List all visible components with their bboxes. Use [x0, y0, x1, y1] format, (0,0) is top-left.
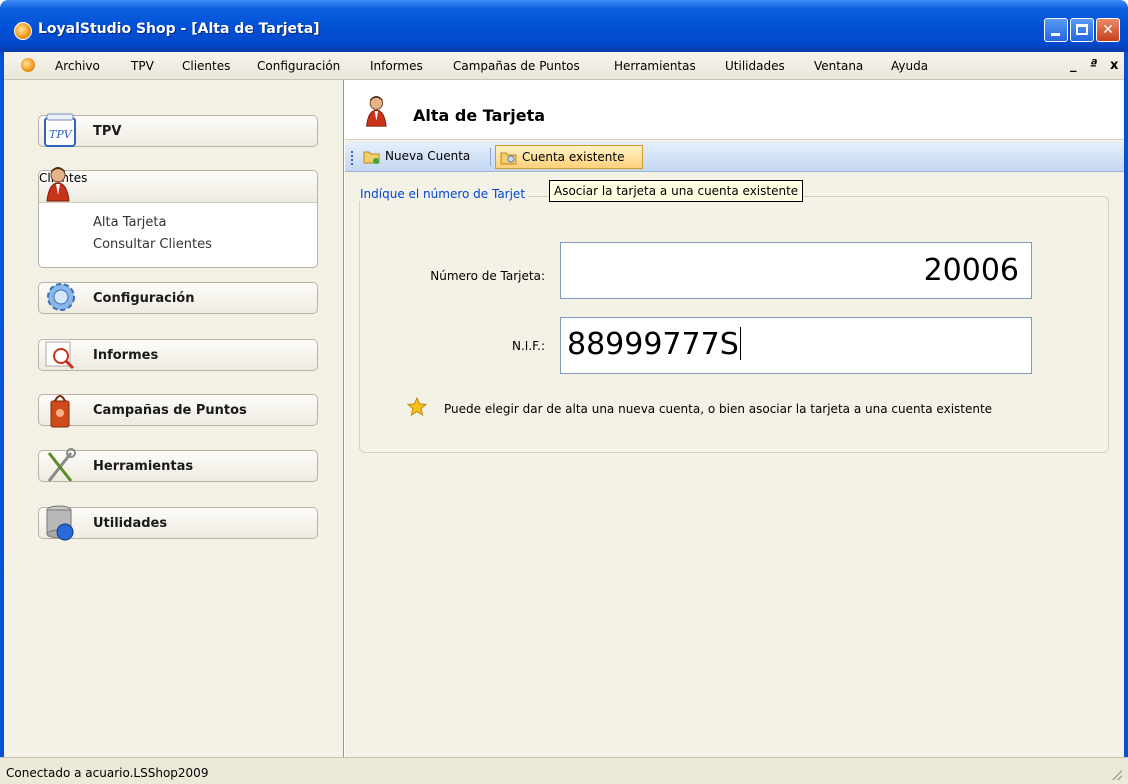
existing-account-button[interactable]: Cuenta existente	[495, 145, 643, 169]
menu-tpv[interactable]: TPV	[131, 59, 154, 73]
title-bar[interactable]: LoyalStudio Shop - [Alta de Tarjeta] ✕	[0, 0, 1128, 52]
sidebar-link-alta-tarjeta[interactable]: Alta Tarjeta	[93, 215, 166, 230]
sidebar-item-clientes[interactable]: Clientes	[39, 167, 317, 203]
menu-archivo[interactable]: Archivo	[55, 59, 100, 73]
page-title: Alta de Tarjeta	[413, 106, 546, 125]
page-header: Alta de Tarjeta	[345, 80, 1124, 140]
text-caret	[739, 327, 741, 360]
nif-field[interactable]: 88999777S	[560, 317, 1032, 374]
menu-utilidades[interactable]: Utilidades	[725, 59, 785, 73]
sidebar-item-configuracion-label: Configuración	[93, 291, 195, 306]
menu-campanas-de-puntos[interactable]: Campañas de Puntos	[453, 59, 580, 73]
tools-icon	[47, 448, 76, 482]
menu-herramientas[interactable]: Herramientas	[614, 59, 696, 73]
shopping-bag-icon	[50, 395, 70, 428]
sidebar-item-utilidades[interactable]: Utilidades	[38, 505, 318, 541]
minimize-icon	[1051, 33, 1060, 36]
sidebar-item-tpv-label: TPV	[93, 124, 122, 139]
new-account-button[interactable]: Nueva Cuenta	[359, 145, 485, 169]
sidebar-group-clientes: Clientes Alta Tarjeta Consultar Clientes	[38, 167, 318, 268]
window-frame-right	[1124, 52, 1128, 784]
close-icon: ✕	[1102, 22, 1114, 38]
sidebar: TPV TPV Clientes Alta Tarjeta Consultar …	[4, 80, 344, 757]
menu-ventana[interactable]: Ventana	[814, 59, 863, 73]
menu-configuracion[interactable]: Configuración	[257, 59, 340, 73]
svg-text:TPV: TPV	[49, 128, 73, 141]
info-message: Puede elegir dar de alta una nueva cuent…	[444, 402, 993, 416]
toolbar: Nueva Cuenta Cuenta existente	[345, 142, 1124, 172]
toolbar-separator	[490, 148, 491, 166]
tooltip: Asociar la tarjeta a una cuenta existent…	[549, 180, 804, 202]
app-logo-icon[interactable]	[14, 22, 32, 40]
card-number-label: Número de Tarjeta:	[430, 269, 545, 283]
magnifier-report-icon	[45, 341, 75, 370]
mdi-child-icon[interactable]	[21, 58, 35, 72]
menu-informes[interactable]: Informes	[370, 59, 423, 73]
card-number-value: 20006	[923, 253, 1019, 288]
sidebar-item-campanas[interactable]: Campañas de Puntos	[38, 394, 318, 428]
sidebar-item-herramientas-label: Herramientas	[93, 459, 194, 474]
sidebar-item-configuracion[interactable]: Configuración	[38, 282, 318, 314]
card-number-field[interactable]: 20006	[560, 242, 1032, 299]
minimize-button[interactable]	[1044, 18, 1068, 42]
mdi-close-button[interactable]: x	[1110, 58, 1118, 73]
sidebar-item-tpv[interactable]: TPV TPV	[38, 113, 318, 147]
toolbar-grip[interactable]	[351, 151, 354, 165]
folder-search-icon	[500, 152, 517, 165]
star-icon	[407, 397, 427, 417]
close-button[interactable]: ✕	[1096, 18, 1120, 42]
sidebar-link-consultar-clientes[interactable]: Consultar Clientes	[93, 237, 212, 252]
new-folder-icon	[363, 151, 380, 164]
mdi-restore-button[interactable]: ª	[1090, 58, 1097, 73]
status-bar: Conectado a acuario.LSShop2009	[0, 757, 1128, 784]
existing-account-label: Cuenta existente	[522, 150, 625, 164]
tpv-icon: TPV	[44, 113, 76, 147]
card-form-legend: Indíque el número de Tarjet	[357, 187, 529, 201]
connection-status: Conectado a acuario.LSShop2009	[6, 766, 209, 780]
resize-grip[interactable]	[1112, 770, 1122, 780]
maximize-icon	[1076, 24, 1088, 35]
maximize-button[interactable]	[1070, 18, 1094, 42]
menu-bar: Archivo TPV Clientes Configuración Infor…	[4, 52, 1124, 80]
menu-clientes[interactable]: Clientes	[182, 59, 230, 73]
client-person-icon	[46, 167, 70, 202]
nif-label: N.I.F.:	[512, 339, 545, 353]
menu-ayuda[interactable]: Ayuda	[891, 59, 928, 73]
new-account-label: Nueva Cuenta	[385, 149, 471, 163]
gear-icon	[47, 283, 75, 311]
sidebar-item-utilidades-label: Utilidades	[93, 516, 168, 531]
window-title: LoyalStudio Shop - [Alta de Tarjeta]	[38, 21, 320, 37]
sidebar-item-campanas-label: Campañas de Puntos	[93, 403, 247, 418]
nif-value: 88999777S	[567, 327, 739, 362]
client-person-icon	[366, 96, 387, 127]
sidebar-item-informes-label: Informes	[93, 348, 159, 363]
sidebar-item-herramientas[interactable]: Herramientas	[38, 448, 318, 482]
sidebar-item-informes[interactable]: Informes	[38, 339, 318, 371]
database-globe-icon	[46, 505, 74, 541]
mdi-minimize-button[interactable]: _	[1070, 58, 1077, 73]
